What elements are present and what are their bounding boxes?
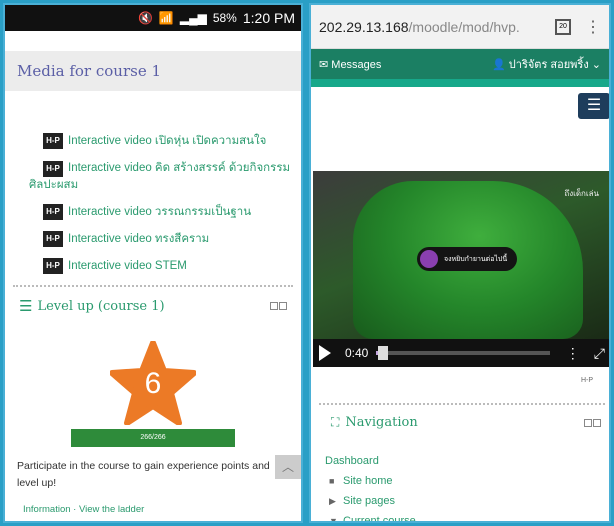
user-icon: 👤 bbox=[492, 59, 509, 71]
block-menu-icon[interactable]: ☰ bbox=[19, 297, 32, 315]
video-link-label[interactable]: Interactive video ทรงสีคราม bbox=[68, 231, 209, 248]
url-host: 202.29.13.168 bbox=[319, 18, 409, 35]
hotspot-label: จงหยิบกำยานต่อไปนี้ bbox=[444, 255, 508, 263]
interactive-video-player[interactable]: ถึงเด็กเล่น จงหยิบกำยานต่อไปนี้ 0:40 ⋮ ⤢ bbox=[313, 171, 609, 367]
video-link-label[interactable]: Interactive video วรรณกรรมเป็นฐาน bbox=[68, 204, 251, 221]
nav-label: Current course bbox=[343, 515, 416, 523]
level-number: 6 bbox=[144, 367, 162, 400]
h5p-icon: H-P bbox=[43, 231, 63, 247]
nav-dashboard[interactable]: Dashboard bbox=[325, 451, 416, 471]
hamburger-icon[interactable]: ☰ bbox=[578, 93, 609, 119]
collapse-icon[interactable] bbox=[270, 302, 278, 310]
video-link-4[interactable]: H-P Interactive video ทรงสีคราม bbox=[43, 231, 291, 248]
interaction-hotspot[interactable]: จงหยิบกำยานต่อไปนี้ bbox=[417, 247, 518, 271]
navigation-title: Navigation bbox=[345, 415, 418, 430]
bullet-icon: ■ bbox=[329, 476, 335, 486]
level-star-badge: 6 bbox=[110, 341, 196, 425]
video-link-label[interactable]: Interactive video คิด สร้างสรรค์ ด้วยกิจ… bbox=[29, 162, 290, 191]
chevron-down-icon: ⌄ bbox=[591, 59, 601, 71]
fullscreen-icon[interactable]: ⤢ bbox=[594, 345, 605, 362]
video-time: 0:40 bbox=[345, 346, 369, 360]
h5p-icon: H-P bbox=[43, 161, 63, 177]
levelup-block-header: ☰ Level up (course 1) bbox=[5, 287, 301, 315]
video-seek-bar[interactable] bbox=[376, 346, 550, 360]
url-text[interactable]: 202.29.13.168/moodle/mod/hvp. bbox=[319, 19, 547, 35]
video-options-icon[interactable]: ⋮ bbox=[566, 345, 580, 362]
user-menu[interactable]: 👤 ปาริจัตร สอยพริ้ง ⌄ bbox=[492, 55, 601, 73]
navigation-tree: Dashboard ■ Site home ▶ Site pages ▼ Curren… bbox=[325, 451, 416, 523]
url-path: /moodle/mod/hvp. bbox=[408, 18, 520, 35]
video-link-1[interactable]: H-P Interactive video เปิดหุ่น เปิดความส… bbox=[43, 133, 291, 150]
sitemap-icon: ⛶ bbox=[331, 415, 340, 429]
messages-label: Messages bbox=[331, 58, 382, 71]
left-phone-screen: 🔇 📶 ▂▄▆ 58% 1:20 PM Media for course 1 H… bbox=[3, 3, 303, 523]
video-link-label[interactable]: Interactive video STEM bbox=[68, 258, 187, 275]
nav-label: Site home bbox=[343, 475, 393, 487]
triangle-down-icon: ▼ bbox=[329, 516, 338, 523]
status-bar: 🔇 📶 ▂▄▆ 58% 1:20 PM bbox=[5, 5, 301, 31]
levelup-block-title: Level up (course 1) bbox=[37, 298, 165, 314]
triangle-right-icon: ▶ bbox=[329, 496, 336, 506]
tab-count-button[interactable]: 20 bbox=[555, 18, 571, 35]
h5p-icon: H-P bbox=[43, 133, 63, 149]
video-link-5[interactable]: H-P Interactive video STEM bbox=[43, 258, 291, 275]
signal-icon: ▂▄▆ bbox=[179, 11, 207, 25]
scroll-to-top-button[interactable]: ︿ bbox=[275, 455, 301, 479]
browser-address-bar[interactable]: 202.29.13.168/moodle/mod/hvp. 20 ⋮ bbox=[311, 5, 609, 49]
messages-link[interactable]: ✉ Messages bbox=[319, 58, 492, 71]
user-name: ปาริจัตร สอยพริ้ง bbox=[508, 59, 589, 71]
levelup-description: Participate in the course to gain experi… bbox=[17, 460, 270, 489]
accent-strip bbox=[311, 79, 609, 87]
nav-label: Site pages bbox=[343, 495, 395, 507]
block-divider bbox=[319, 403, 605, 405]
navigation-block-header: ⛶ Navigation bbox=[331, 415, 601, 430]
moodle-top-bar: ✉ Messages 👤 ปาริจัตร สอยพริ้ง ⌄ bbox=[311, 49, 609, 79]
video-link-label[interactable]: Interactive video เปิดหุ่น เปิดความสนใจ bbox=[68, 133, 266, 150]
block-controls[interactable] bbox=[270, 302, 287, 310]
video-brand-watermark: ถึงเด็กเล่น bbox=[564, 189, 599, 198]
video-link-3[interactable]: H-P Interactive video วรรณกรรมเป็นฐาน bbox=[43, 204, 291, 221]
play-icon[interactable] bbox=[319, 345, 331, 361]
media-block-title: Media for course 1 bbox=[17, 62, 162, 80]
block-controls[interactable] bbox=[584, 418, 601, 427]
right-phone-screen: 202.29.13.168/moodle/mod/hvp. 20 ⋮ ✉ Mes… bbox=[309, 3, 611, 523]
h5p-icon: H-P bbox=[43, 204, 63, 220]
mute-icon: 🔇 bbox=[137, 11, 153, 25]
levelup-footer-links[interactable]: Information · View the ladder bbox=[23, 504, 301, 515]
envelope-icon: ✉ bbox=[319, 58, 332, 71]
collapse-icon[interactable] bbox=[584, 418, 592, 427]
dock-icon[interactable] bbox=[593, 418, 601, 427]
nav-current-course[interactable]: ▼ Current course bbox=[325, 511, 416, 523]
wifi-icon: 📶 bbox=[158, 11, 174, 25]
battery-level: 58% bbox=[212, 11, 237, 25]
video-frame[interactable]: ถึงเด็กเล่น จงหยิบกำยานต่อไปนี้ bbox=[313, 171, 609, 339]
nav-site-pages[interactable]: ▶ Site pages bbox=[325, 491, 416, 511]
h5p-icon: H-P bbox=[43, 258, 63, 274]
video-list: H-P Interactive video เปิดหุ่น เปิดความส… bbox=[5, 133, 301, 275]
browser-menu-icon[interactable]: ⋮ bbox=[585, 17, 601, 37]
xp-progress-bar: 266/266 bbox=[71, 429, 235, 447]
media-block-header: Media for course 1 bbox=[5, 51, 301, 91]
h5p-small-label: H-P bbox=[581, 377, 594, 384]
dock-icon[interactable] bbox=[279, 302, 287, 310]
clock: 1:20 PM bbox=[242, 10, 295, 26]
video-controls: 0:40 ⋮ ⤢ bbox=[313, 339, 609, 367]
video-link-2[interactable]: H-P Interactive video คิด สร้างสรรค์ ด้วย… bbox=[29, 160, 291, 194]
seek-handle[interactable] bbox=[378, 346, 389, 360]
nav-site-home[interactable]: ■ Site home bbox=[325, 471, 416, 491]
hand-pointer-icon bbox=[420, 250, 438, 268]
